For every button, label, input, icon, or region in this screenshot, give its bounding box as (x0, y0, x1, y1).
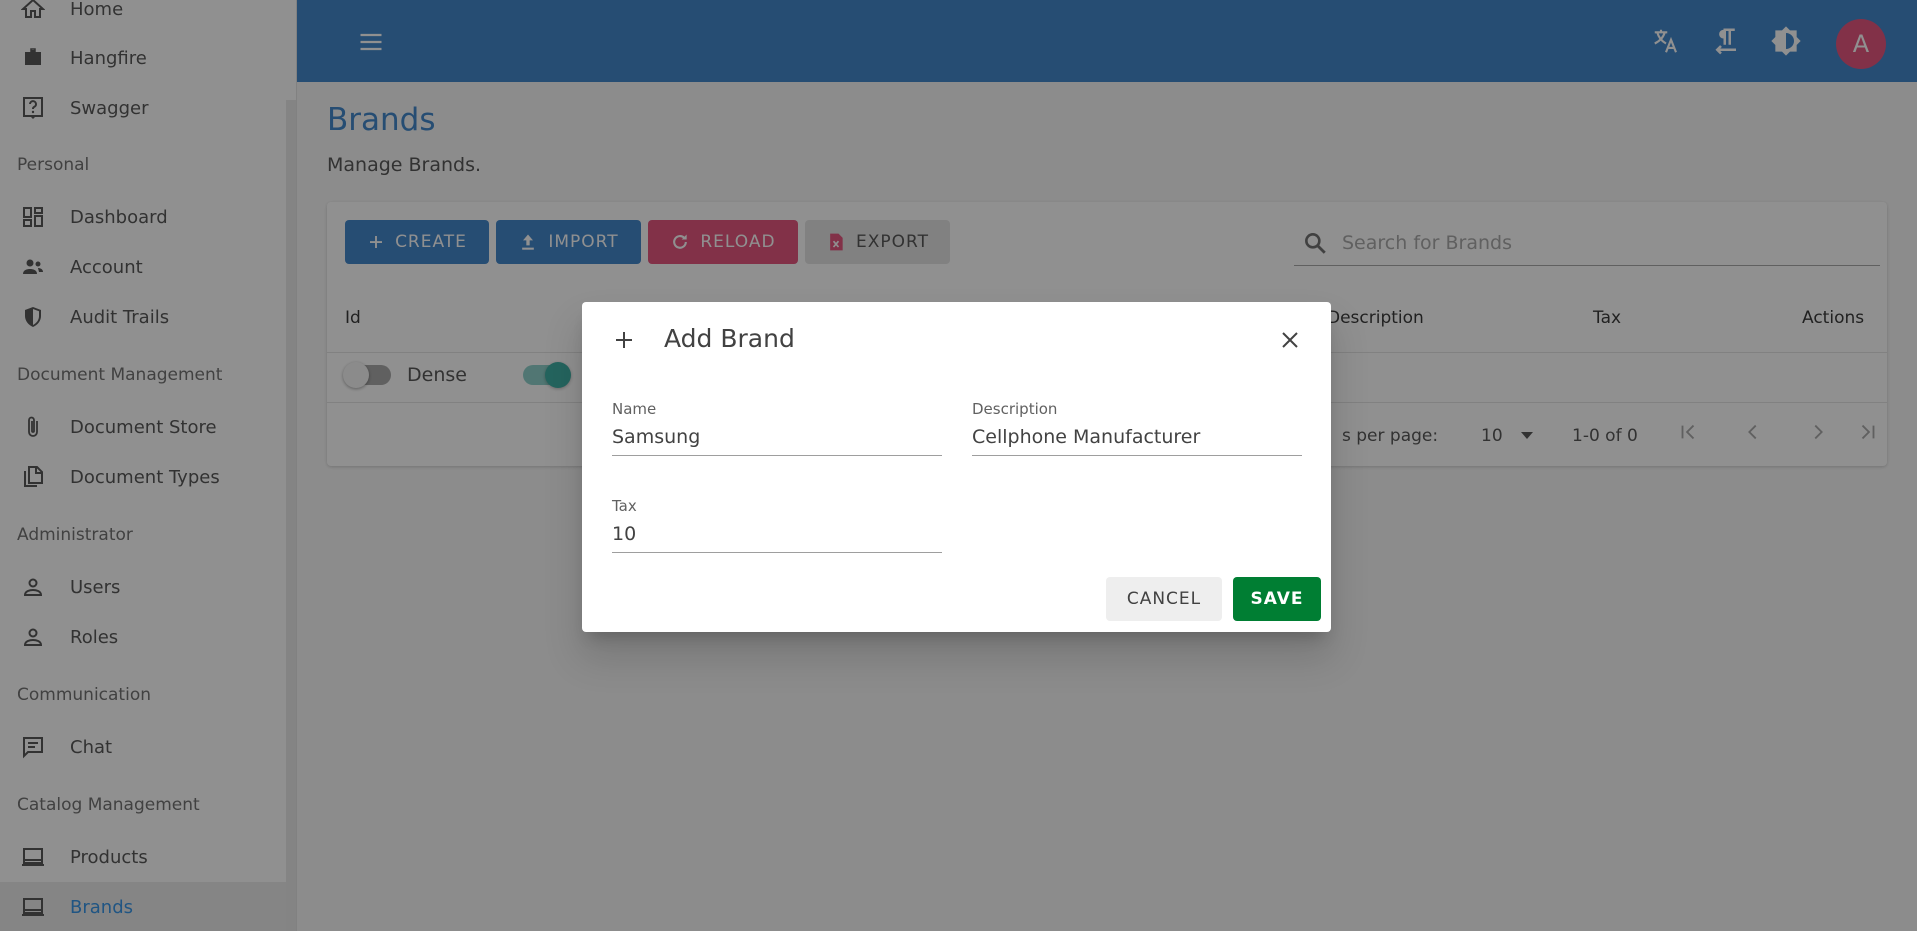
description-field[interactable]: Description Cellphone Manufacturer (972, 400, 1302, 456)
name-label: Name (612, 400, 657, 418)
tax-label: Tax (612, 497, 637, 515)
name-field[interactable]: Name Samsung (612, 400, 942, 456)
description-input[interactable]: Cellphone Manufacturer (972, 426, 1302, 456)
cancel-button[interactable]: CANCEL (1106, 577, 1222, 621)
name-input[interactable]: Samsung (612, 426, 942, 456)
dialog-title: Add Brand (664, 324, 795, 353)
plus-icon (612, 328, 636, 356)
description-label: Description (972, 400, 1058, 418)
close-icon[interactable] (1278, 328, 1302, 356)
add-brand-dialog: Add Brand Name Samsung Description Cellp… (582, 302, 1331, 632)
tax-input[interactable]: 10 (612, 523, 942, 553)
tax-field[interactable]: Tax 10 (612, 497, 942, 553)
save-button[interactable]: SAVE (1233, 577, 1321, 621)
